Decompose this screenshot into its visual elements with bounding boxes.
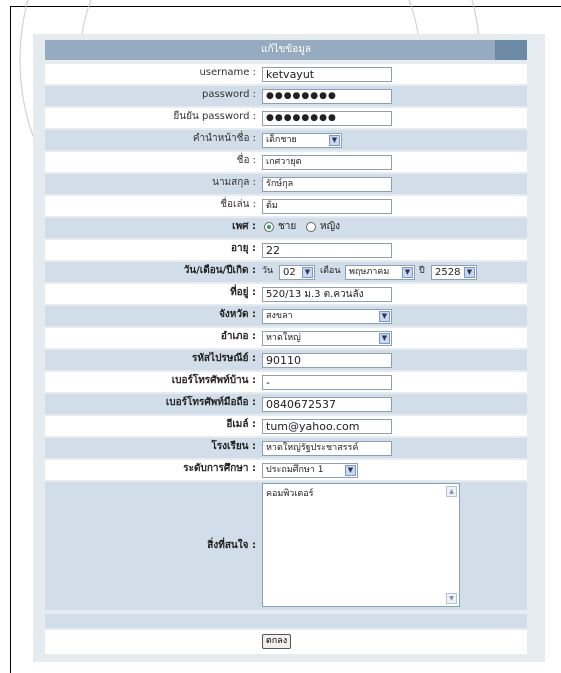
education-level-select-value: ประถมศึกษา 1	[266, 465, 324, 475]
row-email: อีเมล์ : tum@yahoo.com	[45, 416, 527, 436]
confirm-password-label: ยืนยัน password :	[173, 111, 256, 122]
gender-label: เพศ :	[232, 221, 256, 232]
age-input[interactable]: 22	[262, 243, 392, 258]
mobile-phone-label: เบอร์โทรศัพท์มือถือ :	[165, 397, 256, 408]
scroll-up-icon[interactable]: ▲	[446, 486, 457, 497]
day-prefix: วัน	[262, 266, 274, 276]
row-school: โรงเรียน : หาดใหญ่รัฐประชาสรรค์	[45, 438, 527, 458]
chevron-down-icon[interactable]: ▼	[345, 465, 356, 476]
province-select-value: สงขลา	[266, 311, 293, 321]
gender-female-label: หญิง	[320, 221, 340, 232]
password-label: password :	[201, 89, 256, 100]
chevron-down-icon[interactable]: ▼	[379, 311, 390, 322]
district-label: อำเภอ :	[220, 331, 256, 342]
interests-textarea[interactable]: คอมพิวเตอร์ ▲ ▼	[262, 483, 460, 607]
row-age: อายุ : 22	[45, 240, 527, 260]
frame-top-border	[10, 6, 561, 7]
interests-label: สิ่งที่สนใจ :	[207, 540, 256, 551]
age-label: อายุ :	[231, 243, 256, 254]
chevron-down-icon[interactable]: ▼	[402, 267, 413, 278]
row-postcode: รหัสไปรษณีย์ : 90110	[45, 350, 527, 370]
address-label: ที่อยู่ :	[230, 287, 256, 298]
row-mobile-phone: เบอร์โทรศัพท์มือถือ : 0840672537	[45, 394, 527, 414]
month-prefix: เดือน	[320, 266, 341, 276]
prefix-select-value: เด็กชาย	[266, 135, 297, 145]
row-username: username : ketvayut	[45, 64, 527, 84]
row-interests: สิ่งที่สนใจ : คอมพิวเตอร์ ▲ ▼	[45, 482, 527, 610]
education-level-label: ระดับการศึกษา :	[183, 463, 256, 474]
confirm-password-input[interactable]: ●●●●●●●●	[262, 111, 392, 126]
prefix-select[interactable]: เด็กชาย ▼	[262, 133, 342, 148]
school-input[interactable]: หาดใหญ่รัฐประชาสรรค์	[262, 441, 392, 456]
row-password: password : ●●●●●●●●	[45, 86, 527, 106]
frame-left-border	[10, 6, 11, 673]
row-last-name: นามสกุล : รักษ์กุล	[45, 174, 527, 194]
school-label: โรงเรียน :	[211, 441, 256, 452]
gender-female-radio[interactable]	[306, 222, 316, 232]
row-nickname: ชื่อเล่น : ต้ม	[45, 196, 527, 216]
row-first-name: ชื่อ : เกศวายุต	[45, 152, 527, 172]
page-title: แก้ไขข้อมูล	[45, 40, 527, 60]
home-phone-input[interactable]: -	[262, 375, 392, 390]
row-submit: ตกลง	[45, 630, 527, 654]
email-input[interactable]: tum@yahoo.com	[262, 419, 392, 434]
last-name-input[interactable]: รักษ์กุล	[262, 177, 392, 192]
year-prefix: ปี	[419, 266, 425, 276]
year-select-value: 2528	[435, 267, 461, 278]
nickname-input[interactable]: ต้ม	[262, 199, 392, 214]
day-select[interactable]: 02 ▼	[279, 265, 315, 280]
email-label: อีเมล์ :	[226, 419, 256, 430]
home-phone-label: เบอร์โทรศัพท์บ้าน :	[171, 375, 256, 386]
first-name-input[interactable]: เกศวายุต	[262, 155, 392, 170]
scroll-down-icon[interactable]: ▼	[446, 593, 457, 604]
month-select-value: พฤษภาคม	[349, 267, 390, 277]
row-address: ที่อยู่ : 520/13 ม.3 ต.ควนลัง	[45, 284, 527, 304]
row-gender: เพศ : ชาย หญิง	[45, 218, 527, 238]
row-home-phone: เบอร์โทรศัพท์บ้าน : -	[45, 372, 527, 392]
chevron-down-icon[interactable]: ▼	[329, 135, 340, 146]
row-province: จังหวัด : สงขลา ▼	[45, 306, 527, 326]
row-spacer	[45, 614, 527, 628]
password-input[interactable]: ●●●●●●●●	[262, 89, 392, 104]
username-input[interactable]: ketvayut	[262, 67, 392, 82]
nickname-label: ชื่อเล่น :	[220, 199, 256, 210]
year-select[interactable]: 2528 ▼	[431, 265, 477, 280]
birthdate-label: วัน/เดือน/ปีเกิด :	[183, 265, 256, 276]
chevron-down-icon[interactable]: ▼	[464, 267, 475, 278]
chevron-down-icon[interactable]: ▼	[379, 333, 390, 344]
postcode-input[interactable]: 90110	[262, 353, 392, 368]
province-label: จังหวัด :	[219, 309, 256, 320]
postcode-label: รหัสไปรษณีย์ :	[191, 353, 256, 364]
day-select-value: 02	[283, 267, 296, 278]
row-birthdate: วัน/เดือน/ปีเกิด : วัน 02 ▼ เดือน พฤษภาค…	[45, 262, 527, 282]
textarea-scrollbar[interactable]: ▲ ▼	[446, 486, 457, 604]
header-tab	[495, 40, 527, 60]
gender-male-label: ชาย	[278, 221, 297, 232]
month-select[interactable]: พฤษภาคม ▼	[345, 265, 415, 280]
interests-textarea-value: คอมพิวเตอร์	[266, 489, 314, 499]
row-district: อำเภอ : หาดใหญ่ ▼	[45, 328, 527, 348]
submit-button[interactable]: ตกลง	[262, 634, 291, 649]
district-select-value: หาดใหญ่	[266, 333, 301, 343]
prefix-label: คำนำหน้าชื่อ :	[192, 133, 256, 144]
row-confirm-password: ยืนยัน password : ●●●●●●●●	[45, 108, 527, 128]
last-name-label: นามสกุล :	[212, 177, 256, 188]
mobile-phone-input[interactable]: 0840672537	[262, 397, 392, 412]
chevron-down-icon[interactable]: ▼	[302, 267, 313, 278]
first-name-label: ชื่อ :	[236, 155, 256, 166]
row-education-level: ระดับการศึกษา : ประถมศึกษา 1 ▼	[45, 460, 527, 480]
province-select[interactable]: สงขลา ▼	[262, 309, 392, 324]
address-input[interactable]: 520/13 ม.3 ต.ควนลัง	[262, 287, 392, 302]
username-label: username :	[199, 67, 256, 78]
district-select[interactable]: หาดใหญ่ ▼	[262, 331, 392, 346]
gender-male-radio[interactable]	[264, 222, 274, 232]
education-level-select[interactable]: ประถมศึกษา 1 ▼	[262, 463, 358, 478]
row-prefix: คำนำหน้าชื่อ : เด็กชาย ▼	[45, 130, 527, 150]
